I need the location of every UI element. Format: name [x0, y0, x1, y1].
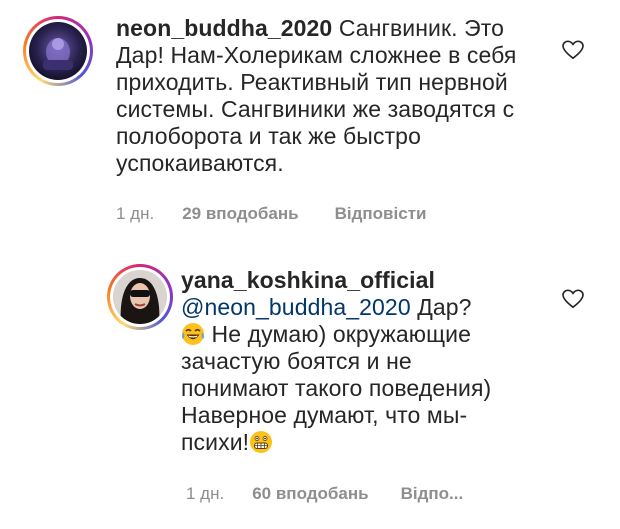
likes-count[interactable]: 29 вподобань: [182, 204, 298, 224]
heart-icon[interactable]: [562, 40, 584, 60]
mention-link[interactable]: @neon_buddha_2020: [181, 294, 411, 320]
comment-body: neon_buddha_2020 Сангвиник. Это Дар! Нам…: [116, 15, 536, 177]
likes-count[interactable]: 60 вподобань: [252, 484, 368, 504]
avatar[interactable]: [107, 264, 173, 330]
reply-button[interactable]: Відпо...: [401, 484, 464, 504]
comment-yana-koshkina: yana_koshkina_official @neon_buddha_2020…: [0, 240, 620, 529]
face-with-tears-of-joy-icon: [182, 323, 204, 345]
timestamp: 1 дн.: [186, 484, 225, 503]
timestamp: 1 дн.: [116, 204, 155, 223]
avatar[interactable]: [23, 16, 93, 86]
username[interactable]: yana_koshkina_official: [181, 267, 511, 294]
reply-text-continued: Не думаю) окружающие зачастую боятся и н…: [181, 321, 492, 455]
comment-meta: 1 дн. 60 вподобань Відпо...: [186, 484, 463, 504]
grimacing-face-icon: [250, 431, 273, 453]
heart-icon[interactable]: [562, 289, 584, 309]
comment-meta: 1 дн. 29 вподобань Відповісти: [116, 204, 426, 224]
reply-button[interactable]: Відповісти: [335, 204, 427, 224]
username[interactable]: neon_buddha_2020: [116, 15, 332, 41]
comment-neon-buddha: neon_buddha_2020 Сангвиник. Это Дар! Нам…: [0, 0, 620, 240]
reply-text: Дар?: [410, 294, 472, 320]
comment-body: yana_koshkina_official @neon_buddha_2020…: [181, 267, 511, 456]
